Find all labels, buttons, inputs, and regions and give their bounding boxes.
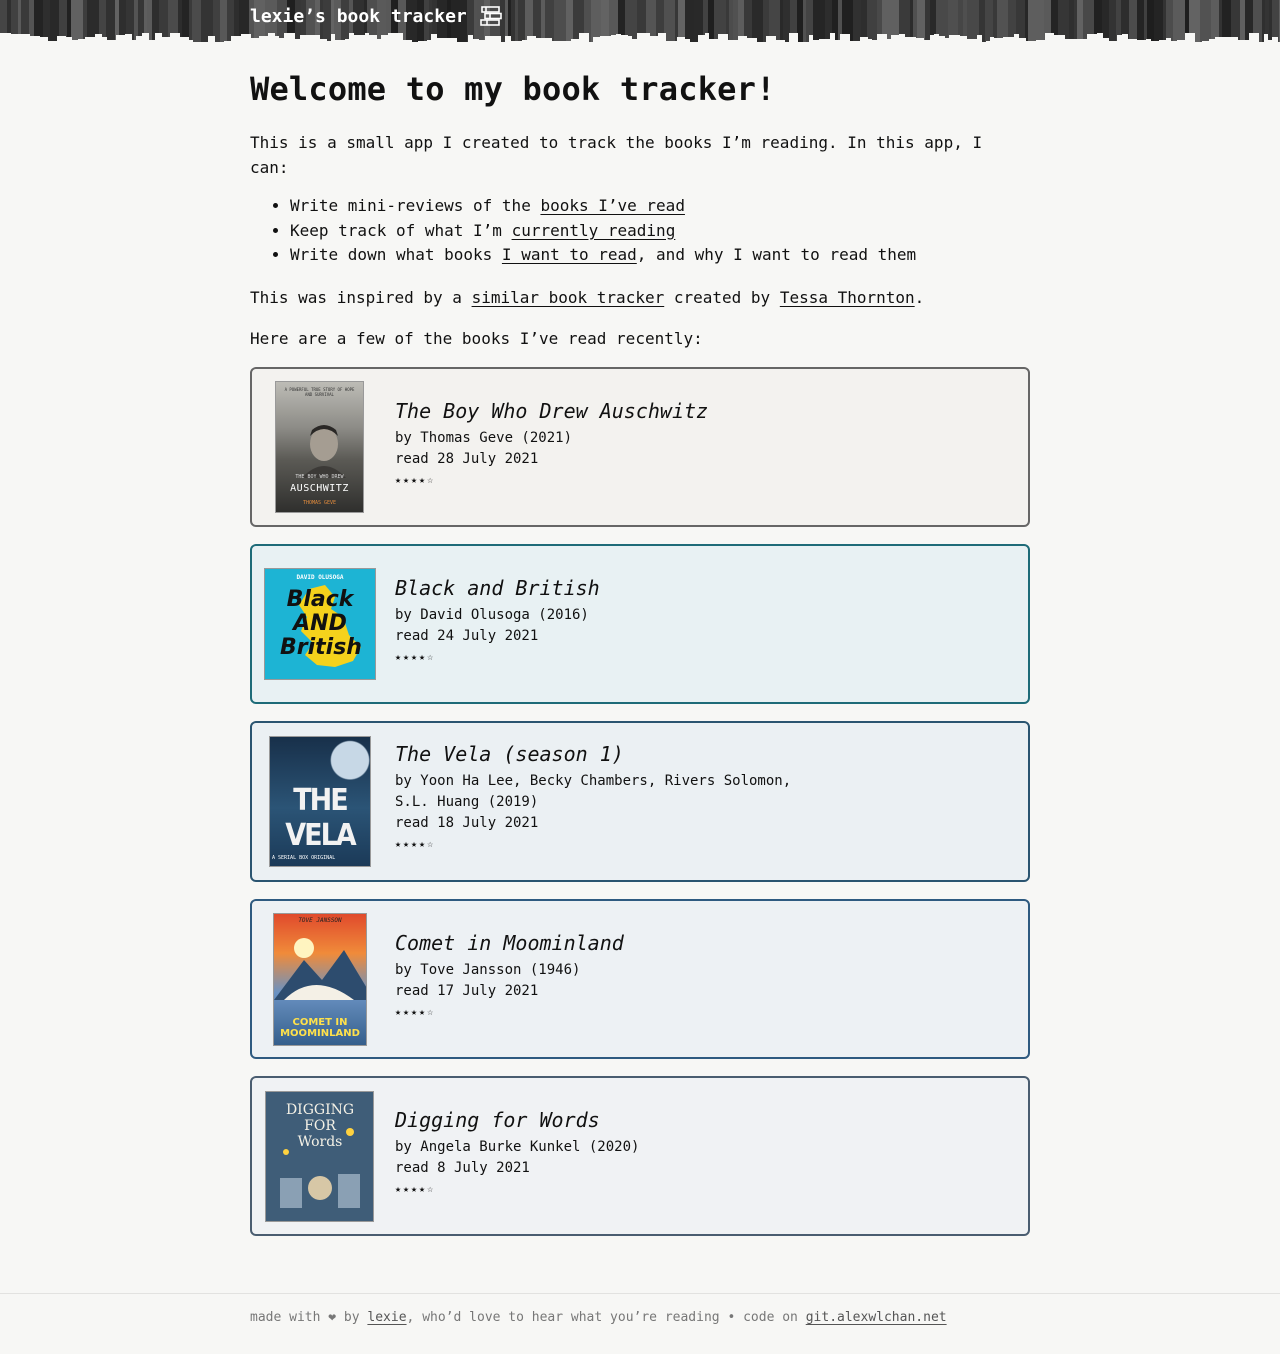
book-card[interactable]: DAVID OLUSOGA Black AND British Black an…	[250, 543, 1030, 704]
book-cover-image[interactable]: DIGGING FOR Words	[265, 1090, 374, 1222]
cover-subtitle: THE BOY WHO DREW	[295, 473, 344, 480]
tessa-thornton-link[interactable]: Tessa Thornton	[780, 288, 915, 307]
cover-title: Black AND British	[280, 586, 362, 660]
similar-tracker-link[interactable]: similar book tracker	[472, 288, 665, 307]
book-card[interactable]: THE VELA A SERIAL BOX ORIGINAL The Vela …	[250, 720, 1030, 882]
cover-title: THE VELA	[285, 782, 356, 853]
site-header: lexie’s book tracker	[0, 0, 1280, 44]
cover-illustration	[274, 937, 366, 1000]
book-cover-image[interactable]: THE VELA A SERIAL BOX ORIGINAL	[269, 735, 371, 867]
book-byline: by Tove Jansson (1946)	[395, 961, 581, 978]
feature-text: Keep track of what I’m	[290, 220, 512, 240]
book-cover-image[interactable]: DAVID OLUSOGA Black AND British	[264, 567, 376, 680]
book-rating: ★★★★☆	[395, 1006, 436, 1018]
book-byline: by Angela Burke Kunkel (2020)	[395, 1138, 640, 1155]
site-footer: made with ❤ by lexie, who’d love to hear…	[250, 1309, 947, 1327]
cover-title: AUSCHWITZ	[290, 482, 349, 494]
inspired-paragraph: This was inspired by a similar book trac…	[250, 285, 1030, 310]
feature-list: Write mini-reviews of the books I’ve rea…	[250, 194, 1030, 268]
main-content: Welcome to my book tracker! This is a sm…	[250, 66, 1030, 1253]
book-rating: ★★★★☆	[395, 651, 436, 663]
cover-tagline: A POWERFUL TRUE STORY OF HOPE AND SURVIV…	[284, 386, 355, 397]
inspired-text-end: .	[914, 287, 925, 307]
book-info: The Vela (season 1) by Yoon Ha Lee, Beck…	[395, 740, 791, 855]
footer-text-middle: , who’d love to hear what you’re reading…	[406, 1310, 806, 1325]
site-title: lexie’s book tracker	[250, 5, 467, 27]
want-to-read-link[interactable]: I want to read	[502, 245, 637, 264]
currently-reading-link[interactable]: currently reading	[512, 221, 676, 240]
cover-title: COMET IN MOOMINLAND	[280, 1016, 360, 1039]
list-item: Write down what books I want to read, an…	[290, 243, 1030, 268]
book-info: Black and British by David Olusoga (2016…	[395, 574, 600, 668]
book-rating: ★★★★☆	[395, 838, 436, 850]
books-read-link[interactable]: books I’ve read	[540, 196, 685, 215]
page-title: Welcome to my book tracker!	[250, 70, 776, 108]
book-cover-image[interactable]: A POWERFUL TRUE STORY OF HOPE AND SURVIV…	[275, 380, 364, 513]
book-card[interactable]: DIGGING FOR Words Digging for Words by A…	[250, 1075, 1030, 1236]
site-title-link[interactable]: lexie’s book tracker	[250, 5, 503, 27]
book-info: The Boy Who Drew Auschwitz by Thomas Gev…	[395, 397, 708, 491]
footer-divider	[0, 1293, 1280, 1294]
book-byline: by Thomas Geve (2021)	[395, 429, 573, 446]
cover-tagline: A SERIAL BOX ORIGINAL	[272, 854, 336, 861]
book-title[interactable]: The Boy Who Drew Auschwitz	[395, 397, 708, 425]
book-read-date: read 18 July 2021	[395, 814, 539, 831]
book-byline-continued: S.L. Huang (2019)	[395, 793, 539, 810]
book-card[interactable]: TOVE JANSSON COMET IN MOOMINLAND Comet i…	[250, 898, 1030, 1059]
inspired-text-middle: created by	[664, 287, 780, 307]
list-item: Keep track of what I’m currently reading	[290, 219, 1030, 244]
list-item: Write mini-reviews of the books I’ve rea…	[290, 194, 1030, 219]
cover-title: DIGGING FOR Words	[285, 1101, 355, 1150]
book-read-date: read 28 July 2021	[395, 450, 539, 467]
header-background-pattern	[0, 0, 1280, 44]
author-link[interactable]: lexie	[367, 1310, 406, 1325]
book-title[interactable]: Comet in Moominland	[395, 929, 624, 957]
cover-author: DAVID OLUSOGA	[296, 573, 344, 581]
intro-paragraph: This is a small app I created to track t…	[250, 133, 983, 177]
feature-text-after: , and why I want to read them	[636, 245, 917, 264]
book-read-date: read 8 July 2021	[395, 1159, 530, 1176]
book-rating: ★★★★☆	[395, 1183, 436, 1195]
footer-text: made with ❤ by	[250, 1310, 368, 1325]
cover-portrait	[302, 424, 346, 478]
inspired-text: This was inspired by a	[250, 287, 472, 307]
recent-books-label: Here are a few of the books I’ve read re…	[250, 328, 703, 348]
book-card[interactable]: A POWERFUL TRUE STORY OF HOPE AND SURVIV…	[250, 366, 1030, 527]
book-title[interactable]: The Vela (season 1)	[395, 740, 791, 768]
bookshelf-icon	[479, 6, 502, 26]
book-read-date: read 17 July 2021	[395, 982, 539, 999]
book-info: Digging for Words by Angela Burke Kunkel…	[395, 1106, 639, 1200]
book-rating: ★★★★☆	[395, 474, 436, 486]
book-byline: by Yoon Ha Lee, Becky Chambers, Rivers S…	[395, 772, 792, 789]
book-list: A POWERFUL TRUE STORY OF HOPE AND SURVIV…	[250, 366, 1030, 1236]
book-read-date: read 24 July 2021	[395, 627, 539, 644]
book-info: Comet in Moominland by Tove Jansson (194…	[395, 929, 624, 1023]
cover-author: THOMAS GEVE	[302, 499, 337, 506]
feature-text: Write down what books	[290, 245, 502, 264]
cover-author: TOVE JANSSON	[298, 916, 342, 924]
book-cover-image[interactable]: TOVE JANSSON COMET IN MOOMINLAND	[273, 912, 367, 1046]
source-code-link[interactable]: git.alexwlchan.net	[806, 1310, 947, 1325]
feature-text: Write mini-reviews of the	[290, 196, 541, 215]
book-title[interactable]: Digging for Words	[395, 1106, 639, 1134]
book-byline: by David Olusoga (2016)	[395, 606, 589, 623]
book-title[interactable]: Black and British	[395, 574, 600, 602]
